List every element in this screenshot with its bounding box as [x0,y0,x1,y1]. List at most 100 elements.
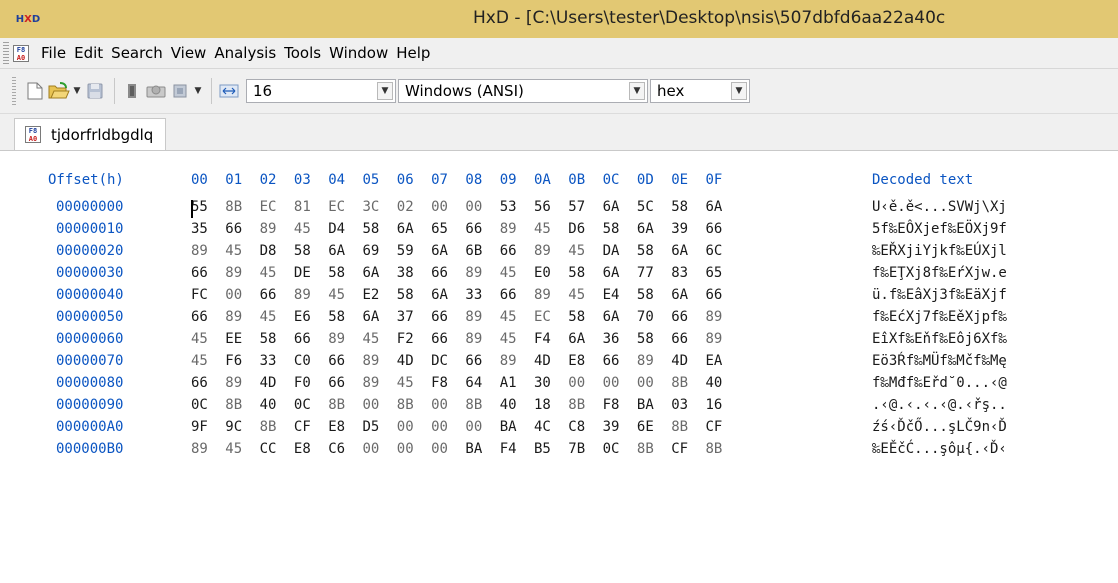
chevron-down-icon[interactable]: ▼ [629,82,645,100]
hex-byte[interactable]: 6A [603,265,620,281]
hex-byte[interactable]: 66 [191,309,208,325]
hex-byte[interactable]: 38 [397,265,414,281]
hex-byte[interactable]: 83 [671,265,688,281]
decoded-text[interactable]: Eö3Ŕf‰MÜf‰Mčf‰Mę [872,353,1007,369]
menu-file[interactable]: File [37,44,70,62]
open-recent-dropdown[interactable]: ▼ [72,86,82,96]
hex-byte[interactable]: FC [191,287,208,303]
hex-byte[interactable]: E8 [328,419,345,435]
hex-byte[interactable]: 58 [637,331,654,347]
hex-byte[interactable]: 4D [397,353,414,369]
hex-byte[interactable]: 8B [260,419,277,435]
hex-byte[interactable]: 45 [294,221,311,237]
hex-byte[interactable]: 58 [363,221,380,237]
hex-byte[interactable]: 0C [294,397,311,413]
hex-byte[interactable]: E8 [568,353,585,369]
hex-byte[interactable]: 00 [431,441,448,457]
open-folder-icon[interactable] [48,80,70,102]
hex-byte[interactable]: 4D [671,353,688,369]
menu-edit[interactable]: Edit [70,44,107,62]
hex-byte[interactable]: EC [328,199,345,215]
hex-byte[interactable]: 6A [706,199,723,215]
hex-byte[interactable]: 89 [191,441,208,457]
hex-byte[interactable]: D4 [328,221,345,237]
hex-byte[interactable]: EC [260,199,277,215]
hex-byte[interactable]: 18 [534,397,551,413]
hex-byte[interactable]: 66 [706,287,723,303]
hex-byte[interactable]: 66 [671,309,688,325]
hex-byte[interactable]: 56 [534,199,551,215]
hex-byte[interactable]: 58 [637,287,654,303]
hex-byte[interactable]: E8 [294,441,311,457]
hex-byte[interactable]: CC [260,441,277,457]
hex-byte[interactable]: 66 [328,353,345,369]
hex-byte[interactable]: 58 [568,265,585,281]
hex-byte[interactable]: 53 [500,199,517,215]
hex-byte[interactable]: 02 [397,199,414,215]
hex-byte[interactable]: 66 [706,221,723,237]
menu-help[interactable]: Help [392,44,434,62]
hex-byte[interactable]: 89 [706,331,723,347]
hex-byte[interactable]: 6E [637,419,654,435]
hex-byte[interactable]: BA [637,397,654,413]
decoded-text[interactable]: .‹@.‹.‹.‹@.‹řş.. [872,397,1007,413]
menu-analysis[interactable]: Analysis [210,44,280,62]
hex-byte[interactable]: 45 [363,331,380,347]
hex-byte[interactable]: 66 [465,221,482,237]
hex-byte[interactable]: 89 [191,243,208,259]
hex-byte[interactable]: F4 [534,331,551,347]
hex-byte[interactable]: 58 [637,243,654,259]
hex-byte[interactable]: F8 [431,375,448,391]
hex-byte[interactable]: 45 [191,331,208,347]
decoded-text[interactable]: źś‹ĎčŐ...şLČ9n‹Ď [872,419,1007,435]
hex-byte[interactable]: E2 [363,287,380,303]
save-icon[interactable] [84,80,106,102]
hex-byte[interactable]: F4 [500,441,517,457]
ram-editor-icon[interactable] [169,80,191,102]
hex-byte[interactable]: 81 [294,199,311,215]
hex-byte[interactable]: 33 [465,287,482,303]
menu-window[interactable]: Window [325,44,392,62]
charset-select[interactable]: Windows (ANSI) ▼ [398,79,648,103]
hex-byte[interactable]: E0 [534,265,551,281]
hex-byte[interactable]: 57 [568,199,585,215]
hex-byte[interactable]: BA [465,441,482,457]
menu-search[interactable]: Search [107,44,167,62]
hex-byte[interactable]: 5C [637,199,654,215]
hex-byte[interactable]: 70 [637,309,654,325]
decoded-text[interactable]: EîXf‰Eňf‰Eôj6Xf‰ [872,331,1007,347]
decoded-text[interactable]: U‹ě.ě<...SVWj\Xj [872,199,1007,215]
chevron-down-icon[interactable]: ▼ [731,82,747,100]
hex-byte[interactable]: 40 [500,397,517,413]
hex-byte[interactable]: 7B [568,441,585,457]
hex-byte[interactable]: 4C [534,419,551,435]
hex-byte[interactable]: 0C [603,441,620,457]
hex-byte[interactable]: 45 [260,309,277,325]
hex-byte[interactable]: 33 [260,353,277,369]
hex-byte[interactable]: 45 [397,375,414,391]
hex-byte[interactable]: 00 [431,419,448,435]
hex-byte[interactable]: 0C [191,397,208,413]
hex-byte[interactable]: 40 [260,397,277,413]
hex-byte[interactable]: 40 [706,375,723,391]
hex-byte[interactable]: 66 [500,287,517,303]
hex-byte[interactable]: 58 [568,309,585,325]
new-file-icon[interactable] [24,80,46,102]
hex-byte[interactable]: 66 [603,353,620,369]
hex-byte[interactable]: EC [534,309,551,325]
decoded-text[interactable]: ‰EĚčĆ...şôµ{.‹Ď‹ [872,441,1007,457]
decoded-text[interactable]: 5f‰EÔXjef‰EÖXj9f [872,221,1007,237]
hex-byte[interactable]: 6A [637,221,654,237]
hex-byte[interactable]: 45 [500,265,517,281]
decoded-text[interactable]: ‰EŘXjiYjkf‰EÚXjl [872,243,1007,259]
hex-byte[interactable]: F0 [294,375,311,391]
hex-byte[interactable]: 8B [671,375,688,391]
hex-byte[interactable]: 89 [637,353,654,369]
hex-byte[interactable]: 89 [225,265,242,281]
hex-byte[interactable]: 66 [465,353,482,369]
hex-byte[interactable]: 66 [431,309,448,325]
hex-byte[interactable]: 89 [706,309,723,325]
document-icon[interactable]: F8 A0 [13,44,29,62]
menu-tools[interactable]: Tools [280,44,325,62]
hex-byte[interactable]: 69 [363,243,380,259]
